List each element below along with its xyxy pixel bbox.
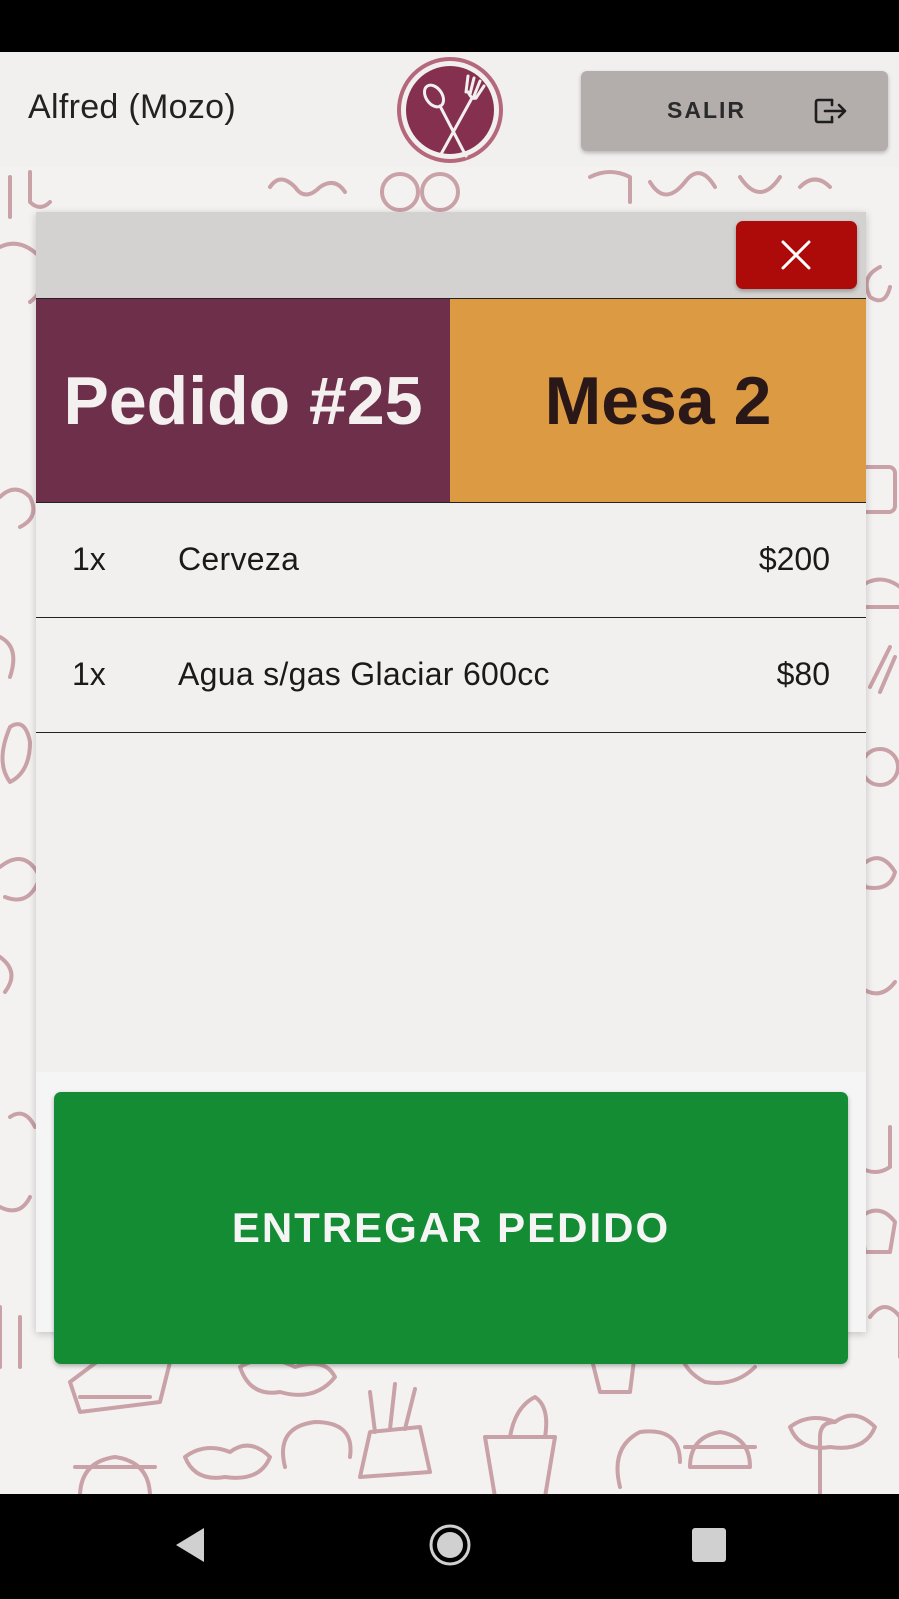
- item-name: Cerveza: [178, 541, 300, 577]
- order-items-list: 1x Cerveza $200 1x Agua s/gas Glaciar 60…: [36, 503, 866, 733]
- recent-apps-icon[interactable]: [692, 1528, 726, 1562]
- item-quantity: 1x: [72, 541, 106, 577]
- dialog-footer: ENTREGAR PEDIDO: [36, 1072, 866, 1364]
- order-dialog: Pedido #25 Mesa 2 1x Cerveza $200 1x Agu…: [36, 212, 866, 1364]
- deliver-order-button[interactable]: ENTREGAR PEDIDO: [54, 1092, 848, 1364]
- order-summary-header: Pedido #25 Mesa 2: [36, 298, 866, 503]
- deliver-order-label: ENTREGAR PEDIDO: [231, 1204, 671, 1251]
- system-navigation-bar: [0, 1494, 899, 1599]
- back-icon[interactable]: [170, 1524, 208, 1566]
- list-item: 1x Cerveza $200: [36, 503, 866, 618]
- dialog-title-bar: [36, 212, 866, 298]
- item-price: $80: [776, 656, 830, 692]
- item-name: Agua s/gas Glaciar 600cc: [178, 656, 550, 692]
- status-bar: [0, 0, 899, 52]
- user-name-label: Alfred (Mozo): [28, 88, 236, 126]
- item-price: $200: [758, 541, 830, 577]
- order-number: Pedido #25: [63, 362, 423, 439]
- logout-button[interactable]: SALIR: [581, 71, 888, 151]
- exit-icon: [814, 98, 847, 124]
- logout-label: SALIR: [667, 97, 746, 123]
- table-number-panel: Mesa 2: [450, 299, 866, 502]
- order-number-panel: Pedido #25: [36, 299, 450, 502]
- home-icon[interactable]: [428, 1523, 472, 1567]
- app-screen: Alfred (Mozo) SALIR Pedido #25 Mesa 2 1x…: [0, 52, 899, 1494]
- list-item: 1x Agua s/gas Glaciar 600cc $80: [36, 618, 866, 733]
- close-button[interactable]: [736, 221, 857, 289]
- spoon-fork-logo-icon: [397, 57, 503, 163]
- close-icon: [781, 240, 811, 270]
- table-number: Mesa 2: [544, 362, 772, 439]
- item-quantity: 1x: [72, 656, 106, 692]
- app-header: Alfred (Mozo) SALIR: [0, 52, 899, 167]
